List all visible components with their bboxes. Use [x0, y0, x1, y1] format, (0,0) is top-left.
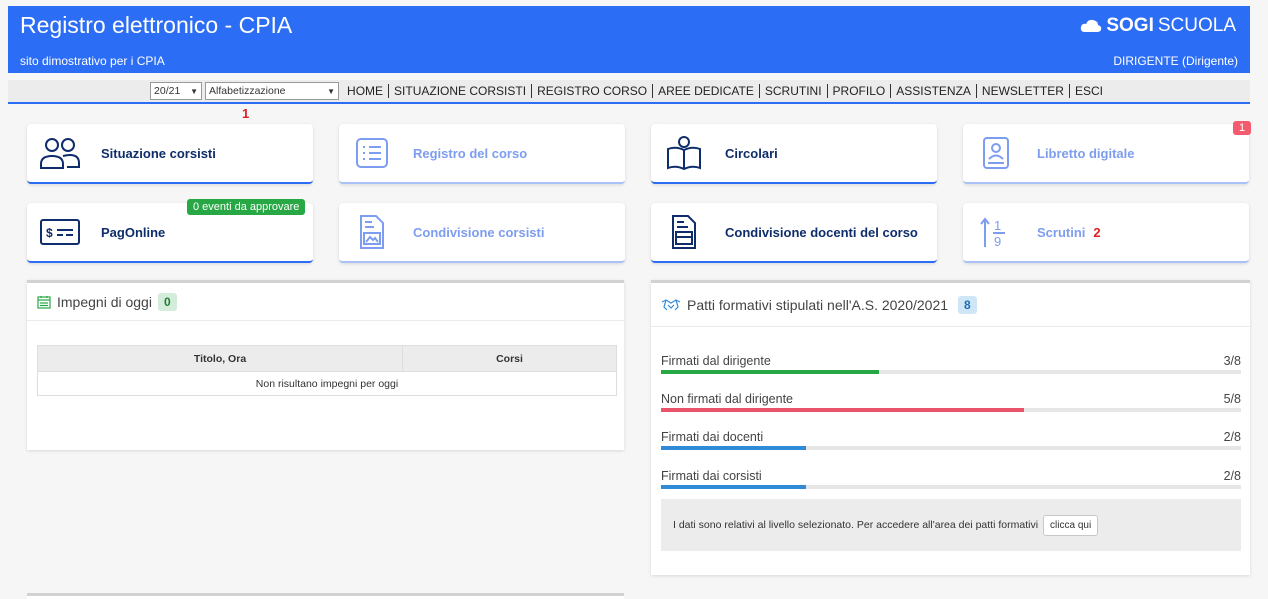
stat-label: Non firmati dal dirigente: [661, 392, 794, 406]
progress-track: [661, 485, 1241, 489]
stat-label: Firmati dai docenti: [661, 430, 764, 444]
tile-circolari[interactable]: Circolari: [651, 124, 937, 184]
stat-firmati-corsisti: Firmati dai corsisti 2/8: [661, 467, 1241, 489]
tile-label: Situazione corsisti: [101, 145, 216, 161]
nav-profilo[interactable]: PROFILO: [826, 84, 891, 98]
progress-track: [661, 446, 1241, 450]
users-icon: [37, 133, 83, 173]
impegni-panel: Impegni di oggi 0 Titolo, Ora Corsi Non …: [27, 280, 624, 450]
stat-label: Firmati dai corsisti: [661, 469, 762, 483]
impegni-count-badge: 0: [157, 292, 177, 311]
logo-text-light: SCUOLA: [1157, 15, 1236, 36]
tile-scrutini[interactable]: 19 Scrutini 2: [963, 203, 1249, 263]
patti-count-badge: 8: [958, 295, 977, 314]
tile-libretto-digitale[interactable]: Libretto digitale: [963, 124, 1249, 184]
app-subtitle: sito dimostrativo per i CPIA: [20, 54, 165, 68]
table-header-row: Titolo, Ora Corsi: [37, 345, 617, 372]
chevron-down-icon: ▼: [327, 86, 336, 96]
stat-firmati-docenti: Firmati dai docenti 2/8: [661, 428, 1241, 450]
stat-value: 3/8: [1223, 354, 1241, 368]
reading-person-icon: [661, 133, 707, 173]
user-role[interactable]: DIRIGENTE (Dirigente): [1113, 54, 1238, 68]
list-icon: [349, 133, 395, 173]
tile-label: Condivisione docenti del corso: [725, 224, 918, 240]
nav-esci[interactable]: ESCI: [1068, 84, 1108, 98]
stat-value: 2/8: [1223, 469, 1241, 483]
empty-message: Non risultano impegni per oggi: [37, 371, 617, 396]
nav-newsletter[interactable]: NEWSLETTER: [975, 84, 1069, 98]
folder-document-icon: [661, 212, 707, 252]
nav-assistenza[interactable]: ASSISTENZA: [890, 84, 976, 98]
logo-text-bold: SOGI: [1106, 15, 1154, 36]
tile-label: Condivisione corsisti: [413, 224, 545, 240]
tile-label: Circolari: [725, 145, 778, 161]
page: Registro elettronico - CPIA sito dimostr…: [0, 0, 1268, 599]
tile-label: Libretto digitale: [1037, 145, 1135, 161]
payment-card-icon: $: [37, 212, 83, 252]
column-header: Corsi: [402, 345, 617, 372]
sogi-logo[interactable]: SOGI SCUOLA: [1080, 15, 1236, 37]
tile-condivisione-corsisti[interactable]: Condivisione corsisti: [339, 203, 625, 263]
stat-value: 2/8: [1223, 430, 1241, 444]
progress-fill: [661, 485, 806, 489]
app-title: Registro elettronico - CPIA: [20, 12, 293, 38]
nav-registro-corso[interactable]: REGISTRO CORSO: [531, 84, 652, 98]
next-panel-edge: [27, 593, 624, 599]
nav-home[interactable]: HOME: [342, 84, 388, 98]
tile-situazione-corsisti[interactable]: Situazione corsisti: [27, 124, 313, 184]
contact-book-icon: [973, 133, 1019, 173]
stat-non-firmati-dirigente: Non firmati dal dirigente 5/8: [661, 390, 1241, 412]
clicca-qui-button[interactable]: clicca qui: [1043, 514, 1099, 536]
progress-fill: [661, 408, 1024, 412]
nav-scrutini[interactable]: SCRUTINI: [758, 84, 827, 98]
cloud-icon: [1081, 19, 1102, 32]
year-select-value: 20/21: [154, 85, 181, 97]
patti-title: Patti formativi stipulati nell'A.S. 2020…: [687, 296, 949, 313]
calendar-icon: [37, 295, 51, 309]
pagonline-badge: 0 eventi da approvare: [187, 199, 306, 215]
tile-label: Scrutini: [1037, 224, 1086, 240]
level-select-value: Alfabetizzazione: [209, 85, 286, 97]
tile-registro-corso[interactable]: Registro del corso: [339, 124, 625, 184]
main-nav: 20/21 ▼ Alfabetizzazione ▼ HOME SITUAZIONE…: [8, 80, 1250, 104]
libretto-badge: 1: [1233, 121, 1252, 135]
patti-info-text: I dati sono relativi al livello selezion…: [673, 519, 1039, 531]
patti-panel: Patti formativi stipulati nell'A.S. 2020…: [651, 280, 1250, 575]
impegni-header: Impegni di oggi 0: [27, 283, 624, 321]
svg-text:$: $: [46, 226, 53, 240]
progress-fill: [661, 446, 806, 450]
progress-track: [661, 370, 1241, 374]
nav-situazione-corsisti[interactable]: SITUAZIONE CORSISTI: [388, 84, 531, 98]
situazione-note: 1: [242, 106, 250, 121]
impegni-table: Titolo, Ora Corsi Non risultano impegni …: [37, 345, 617, 396]
app-header: Registro elettronico - CPIA sito dimostr…: [8, 6, 1250, 73]
patti-info-box: I dati sono relativi al livello selezion…: [661, 499, 1241, 551]
tile-condivisione-docenti[interactable]: Condivisione docenti del corso: [651, 203, 937, 263]
table-row: Non risultano impegni per oggi: [37, 371, 617, 396]
stat-firmati-dirigente: Firmati dal dirigente 3/8: [661, 352, 1241, 374]
column-header: Titolo, Ora: [37, 345, 403, 372]
year-select[interactable]: 20/21 ▼: [150, 82, 203, 100]
progress-track: [661, 408, 1241, 412]
shared-document-icon: [349, 212, 395, 252]
level-select[interactable]: Alfabetizzazione ▼: [205, 82, 340, 100]
scrutini-count: 2: [1093, 224, 1101, 240]
chevron-down-icon: ▼: [190, 86, 199, 96]
tile-label: Registro del corso: [413, 145, 528, 161]
tile-label: PagOnline: [101, 224, 166, 240]
stat-value: 5/8: [1223, 392, 1241, 406]
svg-text:1: 1: [994, 218, 1001, 233]
stat-label: Firmati dal dirigente: [661, 354, 771, 368]
impegni-title: Impegni di oggi: [57, 293, 152, 310]
nav-aree-dedicate[interactable]: AREE DEDICATE: [652, 84, 759, 98]
patti-header: Patti formativi stipulati nell'A.S. 2020…: [651, 283, 1250, 327]
handshake-icon: [661, 298, 681, 312]
fraction-icon: 19: [973, 212, 1019, 252]
svg-text:9: 9: [994, 234, 1001, 249]
progress-fill: [661, 370, 879, 374]
